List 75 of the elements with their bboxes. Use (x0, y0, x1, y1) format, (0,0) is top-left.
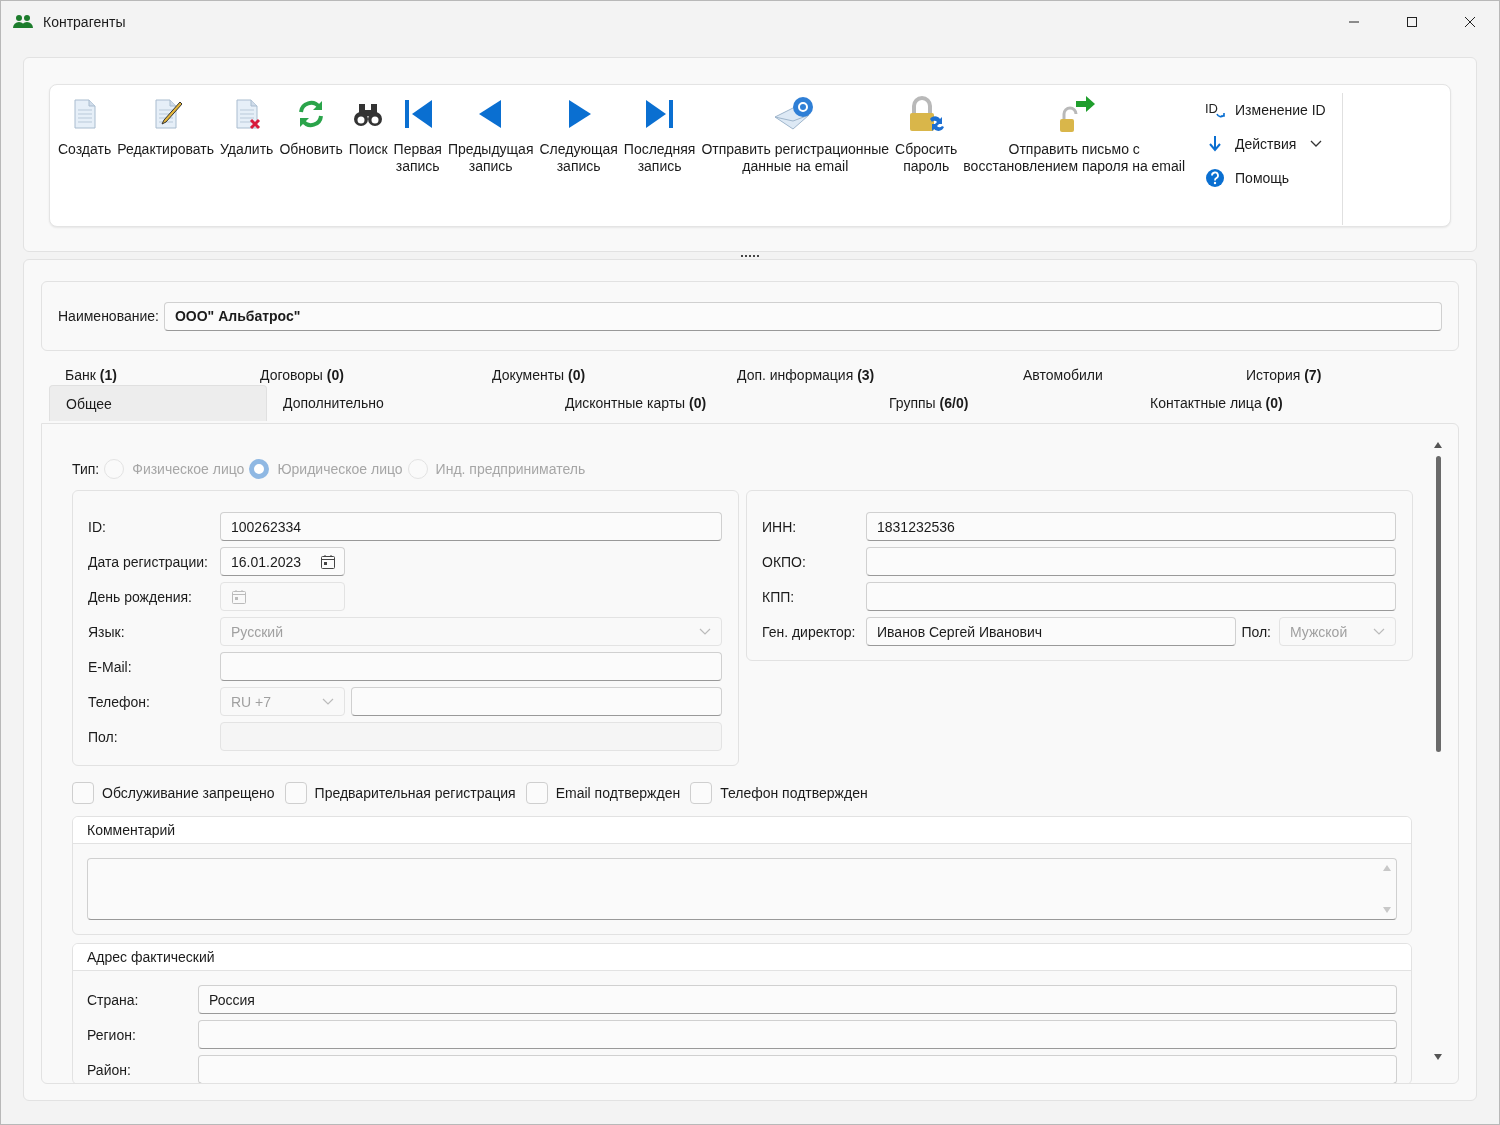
field-label: ID: (88, 518, 107, 535)
tab[interactable]: Банк (1) (49, 365, 244, 385)
text-field[interactable]: 100262334 (220, 512, 722, 541)
text-field[interactable] (866, 582, 1396, 611)
date-field[interactable]: 16.01.2023 (220, 547, 345, 576)
field-label: КПП: (762, 588, 796, 605)
tab[interactable]: История (7) (1230, 365, 1459, 385)
text-field[interactable] (220, 652, 722, 681)
actions-menu-button[interactable]: Действия (1201, 131, 1330, 157)
tab[interactable]: Дополнительно (267, 385, 549, 421)
chevron-down-icon (322, 697, 334, 706)
field-label: Язык: (88, 623, 126, 640)
checkbox-option[interactable]: Телефон подтвержден (690, 782, 868, 804)
phone-field[interactable] (351, 687, 722, 716)
checkbox-option[interactable]: Email подтвержден (525, 782, 681, 804)
field-label: Дата регистрации: (88, 553, 209, 570)
checkbox-option[interactable]: Предварительная регистрация (284, 782, 516, 804)
toolbar-button[interactable]: Поиск (346, 93, 390, 160)
field-label: Район: (87, 1061, 132, 1078)
tab[interactable]: Дисконтные карты (0) (549, 385, 873, 421)
help-icon (1205, 168, 1226, 188)
toolbar-button[interactable]: ID Изменение ID (1201, 97, 1330, 123)
field-label: E-Mail: (88, 658, 133, 675)
window-title: Контрагенты (43, 14, 127, 30)
toolbar-button[interactable]: Первая запись (391, 93, 444, 177)
tab[interactable]: Контактные лица (0) (1134, 385, 1459, 421)
text-field[interactable] (198, 1055, 1397, 1083)
toolbar-button[interactable]: Обновить (277, 93, 345, 160)
scrollbar-arrows-icon (1382, 863, 1392, 915)
text-field[interactable]: 1831232536 (866, 512, 1396, 541)
users-icon (13, 14, 33, 30)
close-icon (1464, 16, 1476, 28)
field-label: Наименование: (58, 308, 159, 324)
field-label: Пол: (88, 728, 119, 745)
tab[interactable]: Договоры (0) (244, 365, 476, 385)
field-label: Телефон: (88, 693, 151, 710)
name-field[interactable]: ООО" Альбатрос" (163, 301, 1442, 331)
chevron-down-icon (1373, 627, 1385, 636)
caret-icon (1310, 140, 1323, 148)
field-label: ОКПО: (762, 553, 807, 570)
group-title: Адрес фактический (87, 949, 215, 965)
toolbar-button[interactable]: Создать (56, 93, 114, 160)
tab[interactable]: Группы (6/0) (873, 385, 1134, 421)
toolbar-button[interactable]: Удалить (217, 93, 276, 160)
maximize-icon (1406, 16, 1418, 28)
calendar-icon (231, 588, 247, 605)
checkbox-option[interactable]: Обслуживание запрещено (72, 782, 275, 804)
text-field[interactable] (866, 547, 1396, 576)
tab[interactable]: Автомобили (1007, 365, 1230, 385)
toolbar-button[interactable]: Отправить письмо с восстановлением пароля на email (961, 93, 1188, 177)
toolbar-button[interactable]: Предыдущая запись (445, 93, 536, 177)
field-label: День рождения: (88, 588, 193, 605)
text-field[interactable]: Иванов Сергей Иванович (866, 617, 1237, 646)
text-field[interactable] (198, 1020, 1397, 1049)
toolbar-button[interactable]: Сбросить пароль (893, 93, 960, 177)
toolbar-button[interactable]: Последняя запись (621, 93, 698, 177)
chevron-down-icon (699, 627, 711, 636)
field-label: ИНН: (762, 518, 798, 535)
toolbar-button[interactable]: Отправить регистрационные данные на email (699, 93, 892, 177)
comment-field[interactable] (87, 858, 1397, 920)
toolbar-button[interactable]: Следующая запись (537, 93, 620, 177)
text-field[interactable]: Россия (198, 985, 1397, 1014)
field-label: Страна: (87, 991, 140, 1008)
field-label: Регион: (87, 1026, 137, 1043)
calendar-icon (320, 553, 336, 570)
group-title: Комментарий (87, 822, 176, 838)
tab[interactable]: Доп. информация (3) (721, 365, 1007, 385)
field-label: Ген. директор: (762, 623, 857, 640)
field-label: Пол: (1241, 623, 1271, 640)
tab[interactable]: Документы (0) (476, 365, 721, 385)
toolbar-button[interactable]: Помощь (1201, 165, 1330, 191)
splitter-grip-icon[interactable] (740, 254, 760, 257)
field-label: Тип: (72, 461, 100, 477)
toolbar-button[interactable]: Редактировать (115, 93, 216, 160)
tab[interactable]: Общее (49, 385, 267, 421)
